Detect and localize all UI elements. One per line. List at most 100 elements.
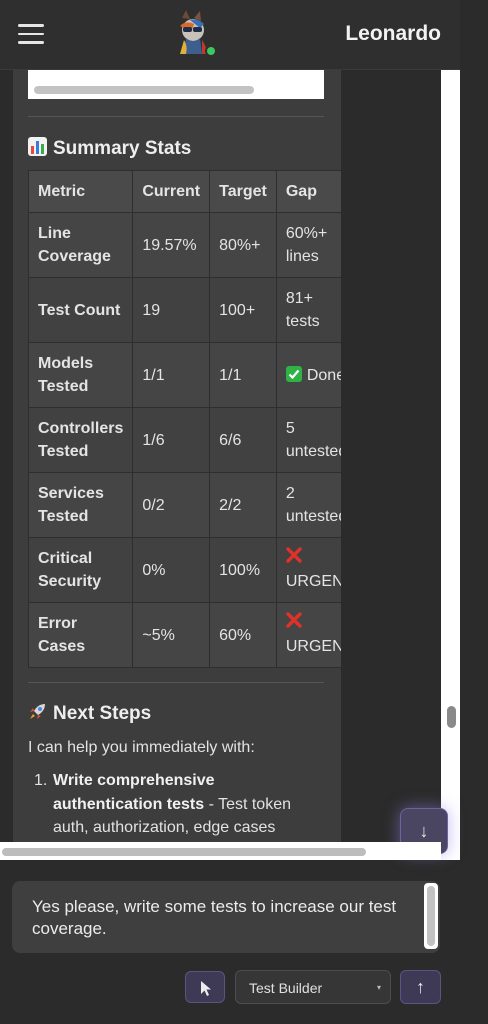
metric-cell: Models Tested xyxy=(27,342,134,408)
hamburger-menu-icon[interactable] xyxy=(18,24,44,44)
top-bar: Leonardo xyxy=(0,0,460,70)
metric-cell: Line Coverage xyxy=(27,212,134,278)
list-item-bold: Write comprehensive authentication tests xyxy=(53,772,215,813)
table-row: Error Cases ~5%60% URGENT xyxy=(27,602,341,668)
target-cell: 2/2 xyxy=(209,472,277,538)
table-row: Critical Security 0%100% URGENT xyxy=(27,537,341,603)
next-steps-intro: I can help you immediately with: xyxy=(28,739,255,756)
column-header: Current xyxy=(132,170,211,213)
code-block xyxy=(28,70,324,99)
message-input[interactable]: Yes please, write some tests to increase… xyxy=(12,881,440,953)
gap-text: untested xyxy=(285,443,341,460)
table-header-row: Metric Current Target Gap xyxy=(27,170,341,213)
message-input-text[interactable]: Yes please, write some tests to increase… xyxy=(32,896,412,940)
gap-cell: 81+ tests xyxy=(275,277,341,343)
divider xyxy=(28,116,324,117)
gap-cell: 2 untested xyxy=(275,472,341,538)
cross-icon xyxy=(286,547,302,563)
chat-area[interactable]: Summary Stats Metric Current Target Gap … xyxy=(0,70,441,842)
chat-scroll-thumb[interactable] xyxy=(447,706,456,728)
metric-cell: Critical Security xyxy=(27,537,134,603)
gap-cell: 5 untested xyxy=(275,407,341,473)
gap-text: 81+ xyxy=(285,290,313,307)
metric-text: Tested xyxy=(38,508,89,525)
next-steps-list: 1. Write comprehensive authentication te… xyxy=(28,769,324,840)
cross-icon xyxy=(286,612,302,628)
current-cell: ~5% xyxy=(132,602,211,668)
target-cell: 1/1 xyxy=(209,342,277,408)
divider xyxy=(28,682,324,683)
current-cell: 1/6 xyxy=(132,407,211,473)
summary-title: Summary Stats xyxy=(53,138,192,159)
summary-table: Metric Current Target Gap Line Coverage 19… xyxy=(27,170,341,668)
gap-cell: 60%+ lines xyxy=(275,212,341,278)
metric-cell: Controllers Tested xyxy=(27,407,134,473)
table-row: Line Coverage 19.57% 80%+ 60%+ lines xyxy=(27,212,341,278)
horizontal-scroll-track[interactable] xyxy=(0,842,441,860)
mode-select[interactable]: Test Builder ▾ xyxy=(235,970,391,1004)
gap-text: 60%+ xyxy=(285,225,328,242)
bar-chart-icon xyxy=(28,137,47,156)
arrow-down-icon: ↓ xyxy=(419,821,429,841)
summary-heading: Summary Stats xyxy=(28,137,191,160)
metric-text: Controllers xyxy=(38,420,124,437)
online-status-dot xyxy=(205,45,217,57)
list-item: 1. Write comprehensive authentication te… xyxy=(28,769,324,840)
gap-text: 5 xyxy=(285,420,295,437)
column-header: Metric xyxy=(27,170,134,213)
list-item-number: 1. xyxy=(34,772,48,789)
gap-cell: URGENT xyxy=(275,537,341,603)
current-cell: 19.57% xyxy=(132,212,211,278)
target-cell: 100+ xyxy=(209,277,277,343)
table-row: Test Count 19 100+ 81+ tests xyxy=(27,277,341,343)
rocket-icon xyxy=(30,704,45,719)
table-row: Services Tested 0/22/2 2 untested xyxy=(27,472,341,538)
metric-text: Models xyxy=(38,355,94,372)
chevron-down-icon: ▾ xyxy=(376,983,381,992)
check-icon xyxy=(285,365,302,382)
gap-text: lines xyxy=(285,248,319,265)
input-scrollbar[interactable] xyxy=(424,883,438,949)
target-cell: 60% xyxy=(209,602,277,668)
metric-text: Test Count xyxy=(38,301,121,319)
column-header: Target xyxy=(209,170,277,213)
mode-select-value: Test Builder xyxy=(249,980,323,996)
gap-text: URGENT xyxy=(285,638,341,655)
metric-text: Tested xyxy=(38,443,89,460)
app-title: Leonardo xyxy=(345,22,441,45)
window-edge xyxy=(460,0,488,1024)
metric-text: Services xyxy=(38,485,104,502)
column-header: Gap xyxy=(275,170,341,213)
metric-cell: Test Count xyxy=(27,277,134,343)
next-steps-heading: Next Steps xyxy=(28,702,151,725)
table-row: Controllers Tested 1/66/6 5 untested xyxy=(27,407,341,473)
metric-text: Cases xyxy=(38,638,86,655)
gap-text: Done xyxy=(306,366,341,384)
chat-scroll-track[interactable] xyxy=(441,70,460,860)
current-cell: 0% xyxy=(132,537,211,603)
metric-text: Critical xyxy=(38,550,93,567)
metric-text: Tested xyxy=(38,378,89,395)
metric-text: Line xyxy=(38,225,71,242)
next-steps-title: Next Steps xyxy=(53,703,152,724)
metric-cell: Services Tested xyxy=(27,472,134,538)
target-cell: 6/6 xyxy=(209,407,277,473)
gap-cell: URGENT xyxy=(275,602,341,668)
assistant-message: Summary Stats Metric Current Target Gap … xyxy=(13,70,341,842)
cursor-arrow-icon xyxy=(201,981,211,996)
send-button[interactable]: ↑ xyxy=(400,970,441,1004)
metric-text: Coverage xyxy=(38,248,111,265)
gap-text: 2 xyxy=(285,485,295,502)
gap-text: untested xyxy=(285,508,341,525)
pointer-tool-button[interactable] xyxy=(185,971,225,1003)
input-scroll-thumb[interactable] xyxy=(427,886,435,946)
target-cell: 80%+ xyxy=(209,212,277,278)
gap-cell: Done xyxy=(275,342,341,408)
horizontal-scroll-thumb[interactable] xyxy=(2,848,366,856)
current-cell: 19 xyxy=(132,277,211,343)
target-cell: 100% xyxy=(209,537,277,603)
gap-text: tests xyxy=(285,313,320,330)
metric-text: Security xyxy=(38,573,102,590)
metric-cell: Error Cases xyxy=(27,602,134,668)
code-scrollbar[interactable] xyxy=(34,86,254,94)
